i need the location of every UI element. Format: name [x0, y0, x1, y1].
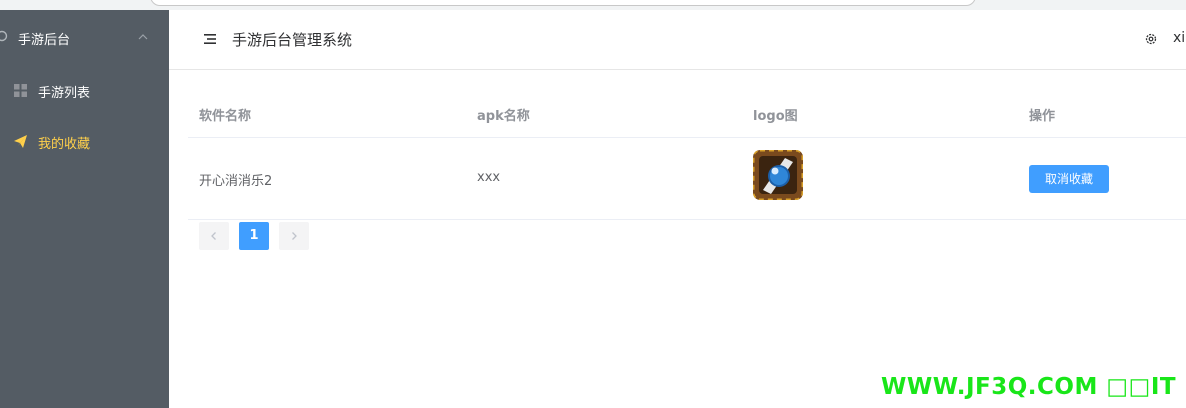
gear-icon[interactable]: [1144, 32, 1158, 46]
game-logo-icon: [753, 150, 803, 200]
unfavorite-button[interactable]: 取消收藏: [1029, 165, 1109, 193]
page-title: 手游后台管理系统: [232, 31, 353, 49]
sidebar-item-label: 手游列表: [38, 86, 91, 101]
watermark-text: WWW.JF3Q.COM □□IT: [881, 374, 1177, 400]
grid-icon: [14, 84, 27, 97]
cell-software-name: 开心消消乐2: [199, 174, 273, 189]
column-header-name: 软件名称: [199, 109, 252, 124]
sidebar-item-favorites[interactable]: 我的收藏: [0, 117, 169, 167]
sidebar-submenu-header[interactable]: 手游后台: [0, 10, 169, 66]
table-header: 软件名称 apk名称 logo图 操作: [188, 88, 1186, 138]
column-header-apk: apk名称: [477, 109, 530, 124]
cell-apk-name: xxx: [477, 170, 501, 185]
menu-toggle-icon[interactable]: [204, 33, 216, 45]
pagination-page-1[interactable]: 1: [239, 222, 269, 250]
sidebar-item-game-list[interactable]: 手游列表: [0, 66, 169, 116]
pagination-prev-button[interactable]: [199, 222, 229, 250]
location-icon: [0, 30, 8, 42]
top-header: 手游后台管理系统 xi: [169, 10, 1186, 70]
chevron-up-icon: [138, 34, 148, 40]
sidebar-header-label: 手游后台: [18, 33, 71, 48]
favorites-table: 软件名称 apk名称 logo图 操作 开心消消乐2 xxx 取消收藏: [188, 88, 1186, 220]
sidebar: 手游后台 手游列表 我的收藏: [0, 10, 169, 408]
pagination-next-button[interactable]: [279, 222, 309, 250]
chevron-left-icon: [211, 232, 216, 240]
paper-plane-icon: [14, 135, 27, 148]
browser-top-strip: [0, 0, 1186, 10]
sidebar-item-label: 我的收藏: [38, 137, 91, 152]
address-bar[interactable]: [150, 0, 976, 6]
chevron-right-icon: [292, 232, 297, 240]
user-name[interactable]: xi: [1173, 30, 1185, 46]
column-header-actions: 操作: [1029, 109, 1056, 124]
table-row: 开心消消乐2 xxx 取消收藏: [188, 138, 1186, 220]
column-header-logo: logo图: [753, 109, 798, 124]
